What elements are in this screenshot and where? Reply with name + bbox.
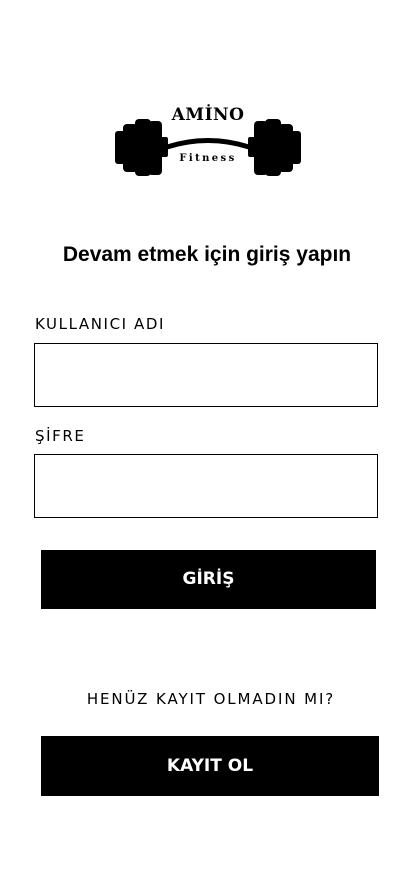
- password-input[interactable]: [34, 454, 378, 518]
- login-button[interactable]: GİRİŞ: [41, 550, 376, 609]
- username-input[interactable]: [34, 343, 378, 407]
- register-prompt: HENÜZ KAYIT OLMADIN MI?: [86, 690, 336, 708]
- brand-tagline: Fitness: [179, 153, 237, 164]
- password-label: ŞİFRE: [35, 427, 86, 445]
- brand-logo: AMİNO Fitness: [113, 104, 303, 180]
- register-button[interactable]: KAYIT OL: [41, 736, 379, 796]
- login-heading: Devam etmek için giriş yapın: [62, 243, 352, 266]
- brand-name: AMİNO: [171, 105, 245, 125]
- username-label: KULLANICI ADI: [35, 315, 166, 333]
